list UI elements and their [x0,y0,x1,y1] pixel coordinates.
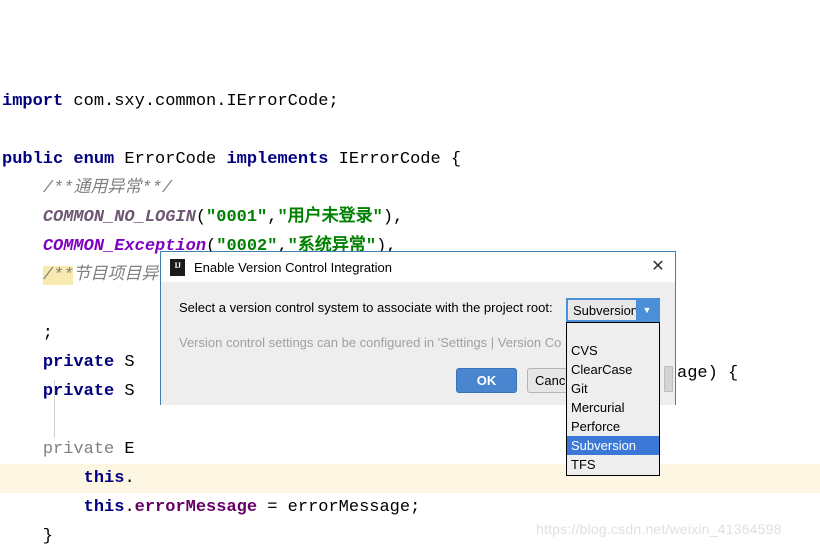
code-token: COMMON_NO_LOGIN [42,208,196,227]
dropdown-items: CVS ClearCase Git Mercurial Perforce Subversi… [567,341,659,474]
code-token: . [124,498,135,517]
code-token: "用户未登录" [277,208,383,227]
ok-button[interactable]: OK [456,368,517,393]
code-token: this [83,469,125,488]
dropdown-item-cvs[interactable]: CVS [567,341,659,360]
code-token: private [42,440,115,459]
code-token: public [2,150,64,169]
code-token: /**通用异常**/ [42,179,173,198]
watermark-text: https://blog.csdn.net/weixin_41364598 [536,521,782,537]
code-token: S [114,353,135,372]
code-line: public enum ErrorCode implements IErrorC… [0,145,820,174]
dropdown-empty-item[interactable] [567,323,659,341]
vcs-hint-label: Version control settings can be configur… [179,335,562,350]
code-token: S [114,382,135,401]
code-line: /**通用异常**/ [0,174,820,203]
dropdown-item-tfs[interactable]: TFS [567,455,659,474]
dropdown-item-clearcase[interactable]: ClearCase [567,360,659,379]
dropdown-item-perforce[interactable]: Perforce [567,417,659,436]
dropdown-item-git[interactable]: Git [567,379,659,398]
code-line: private E [0,435,820,464]
code-token: IErrorCode { [328,150,462,169]
code-token: = errorMessage; [257,498,421,517]
code-token: E [114,440,135,459]
code-line: COMMON_NO_LOGIN("0001","用户未登录"), [0,203,820,232]
vcs-prompt-label: Select a version control system to assoc… [179,300,553,315]
vcs-combobox[interactable]: Subversion ▼ [566,298,660,322]
code-token: private [42,353,115,372]
code-token: . [124,469,135,488]
code-token: errorMessage [134,498,258,517]
vcs-combobox-value[interactable]: Subversion [568,300,636,320]
code-line: import com.sxy.common.IErrorCode; [0,87,820,116]
dialog-titlebar: IJ Enable Version Control Integration ✕ [161,252,675,282]
code-token: , [267,208,278,227]
chevron-down-icon[interactable]: ▼ [636,300,658,320]
code-token: } [2,527,54,546]
code-token: com.sxy.common.IErrorCode; [63,92,339,111]
close-icon[interactable]: ✕ [647,256,669,278]
code-token: this [83,498,125,517]
code-token: ErrorCode [114,150,227,169]
occluded-code-fragment: age) { [677,364,739,383]
vcs-dropdown-list[interactable]: CVS ClearCase Git Mercurial Perforce Subversi… [566,322,660,476]
intellij-idea-icon: IJ [170,258,185,276]
dropdown-item-subversion[interactable]: Subversion [567,436,659,455]
code-token: enum [73,150,115,169]
code-token: "0001" [206,208,268,227]
code-token: import [2,92,64,111]
indent-guide [54,380,55,438]
dropdown-item-mercurial[interactable]: Mercurial [567,398,659,417]
code-token: ; [2,324,54,343]
dialog-title: Enable Version Control Integration [194,259,393,275]
code-line: this. [0,464,820,493]
code-token: ( [195,208,207,227]
code-token: ), [382,208,404,227]
code-token: implements [226,150,329,169]
code-line: this.errorMessage = errorMessage; [0,493,820,522]
editor-scrollbar-thumb[interactable] [664,366,673,392]
code-token: /** [42,266,74,285]
